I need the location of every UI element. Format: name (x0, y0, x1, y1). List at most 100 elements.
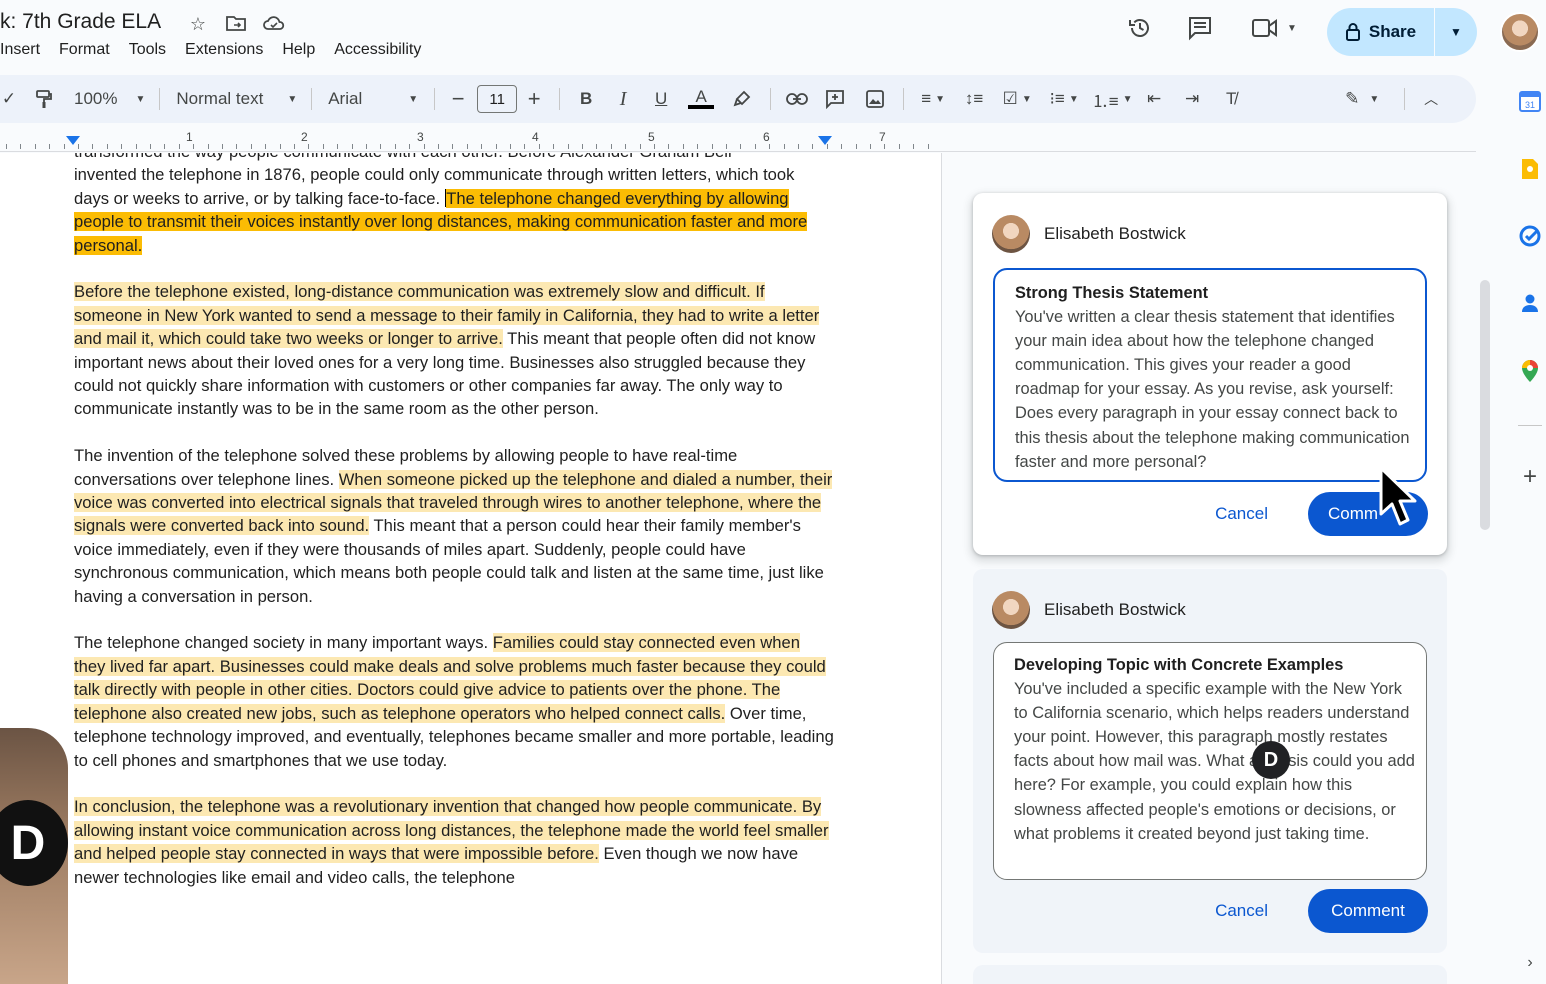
star-icon[interactable]: ☆ (186, 14, 210, 37)
toolbar-divider (559, 88, 561, 110)
bold-icon[interactable]: B (568, 83, 604, 115)
ruler-tick (150, 144, 151, 149)
side-panel: 31 + › (1510, 80, 1546, 984)
decrease-indent-icon[interactable]: ⇤ (1136, 83, 1172, 115)
spellcheck-icon[interactable]: ✓ (0, 83, 18, 115)
menu-help[interactable]: Help (282, 41, 315, 59)
align-icon[interactable]: ≡ ▼ (912, 83, 954, 115)
share-dropdown-icon[interactable]: ▼ (1435, 8, 1477, 56)
ruler-tick (164, 144, 166, 149)
bulleted-list-icon[interactable]: ⁝≡ ▼ (1040, 83, 1088, 115)
comments-scrollbar[interactable] (1480, 280, 1490, 530)
cancel-button[interactable]: Cancel (1203, 494, 1280, 534)
share-group: Share ▼ (1327, 8, 1477, 56)
style-value: Normal text (176, 89, 264, 108)
title-bar: k: 7th Grade ELA ☆ Insert Format Tools E… (0, 0, 1500, 70)
account-avatar[interactable] (1500, 12, 1540, 52)
lock-icon (1345, 23, 1360, 41)
title-icons: ☆ (186, 14, 286, 37)
increase-indent-icon[interactable]: ⇥ (1172, 83, 1212, 115)
ruler-tick (49, 144, 51, 149)
history-icon[interactable] (1120, 8, 1160, 48)
menu-extensions[interactable]: Extensions (185, 41, 263, 59)
contacts-icon[interactable] (1519, 292, 1541, 314)
add-comment-icon[interactable] (815, 83, 855, 115)
ruler-tick (121, 144, 123, 149)
meet-icon[interactable]: ▼ (1244, 8, 1304, 48)
ruler-tick (538, 144, 540, 149)
comments-panel: Elisabeth Bostwick Strong Thesis Stateme… (942, 153, 1476, 984)
paint-format-icon[interactable] (24, 83, 64, 115)
comment-input[interactable]: Strong Thesis Statement You've written a… (993, 268, 1427, 482)
text-color-icon[interactable]: A (680, 83, 722, 115)
horizontal-ruler[interactable]: 1 2 3 4 5 6 7 (0, 128, 942, 152)
ruler-tick (466, 144, 468, 149)
right-indent-marker[interactable] (818, 136, 832, 145)
insert-link-icon[interactable] (779, 83, 815, 115)
document-title[interactable]: k: 7th Grade ELA (0, 10, 161, 34)
maps-icon[interactable] (1519, 360, 1541, 382)
clear-formatting-icon[interactable]: T̸ (1212, 83, 1250, 115)
ruler-tick (438, 144, 439, 149)
checklist-icon[interactable]: ☑ ▼ (994, 83, 1040, 115)
tasks-icon[interactable] (1519, 225, 1541, 247)
line-spacing-icon[interactable]: ↕≡ (954, 83, 994, 115)
highlight-color-icon[interactable] (722, 83, 762, 115)
decrease-font-size-icon[interactable]: − (443, 83, 473, 115)
comment-body: You've written a clear thesis statement … (1015, 308, 1410, 471)
paragraph-5: In conclusion, the telephone was a revol… (74, 795, 834, 889)
insert-image-icon[interactable] (855, 83, 895, 115)
ruler-tick (20, 144, 22, 149)
font-size-input[interactable]: 11 (477, 85, 518, 113)
increase-font-size-icon[interactable]: + (517, 83, 551, 115)
style-select[interactable]: Normal text ▼ (176, 89, 297, 109)
meet-dropdown-icon[interactable]: ▼ (1287, 23, 1297, 34)
ruler-tick (913, 144, 915, 149)
ruler-tick (567, 144, 569, 149)
editing-mode-icon[interactable]: ✎ ▼ (1332, 83, 1392, 115)
zoom-select[interactable]: 100% ▼ (74, 89, 145, 109)
chevron-right-icon[interactable]: › (1519, 952, 1541, 974)
document-page[interactable]: transformed the way people communicate w… (0, 153, 942, 984)
ruler-tick (726, 144, 727, 149)
add-icon[interactable]: + (1519, 463, 1541, 490)
comment-card-active[interactable]: Elisabeth Bostwick Strong Thesis Stateme… (973, 193, 1447, 555)
ruler-tick (783, 144, 785, 149)
calendar-icon[interactable]: 31 (1519, 90, 1541, 112)
italic-icon[interactable]: I (604, 83, 642, 115)
ruler-tick (380, 144, 382, 149)
ruler-tick (884, 144, 886, 149)
menu-tools[interactable]: Tools (129, 41, 166, 59)
share-button[interactable]: Share (1327, 8, 1435, 56)
menu-accessibility[interactable]: Accessibility (334, 41, 421, 59)
ruler-tick (495, 144, 497, 149)
ruler-tick (769, 144, 771, 149)
comment-input[interactable]: Developing Topic with Concrete Examples … (993, 642, 1427, 880)
keep-icon[interactable] (1519, 158, 1541, 180)
document-body[interactable]: transformed the way people communicate w… (74, 153, 834, 912)
ruler-tick (294, 144, 295, 149)
ruler-tick (236, 144, 238, 149)
collapse-toolbar-icon[interactable]: ︿ (1413, 83, 1449, 115)
cloud-status-icon[interactable] (262, 14, 286, 37)
ruler-tick (207, 144, 209, 149)
text-run: The telephone changed society in many im… (74, 633, 493, 653)
numbered-list-icon[interactable]: ⒈≡ ▼ (1088, 83, 1136, 115)
font-select[interactable]: Arial ▼ (328, 89, 418, 109)
move-folder-icon[interactable] (224, 14, 248, 37)
underline-icon[interactable]: U (642, 83, 680, 115)
cancel-button[interactable]: Cancel (1203, 891, 1280, 931)
author-avatar (992, 215, 1030, 253)
comment-card-partial[interactable] (973, 965, 1447, 984)
comment-card[interactable]: Elisabeth Bostwick Developing Topic with… (973, 569, 1447, 953)
ruler-tick (625, 144, 627, 149)
ruler-tick (78, 144, 79, 149)
comment-button[interactable]: Comment (1308, 889, 1428, 933)
ruler-tick (308, 144, 310, 149)
ruler-tick (250, 144, 252, 149)
menu-insert[interactable]: Insert (0, 41, 40, 59)
menu-format[interactable]: Format (59, 41, 110, 59)
toolbar-divider (1404, 88, 1406, 110)
comments-icon[interactable] (1180, 8, 1220, 48)
ruler-tick (553, 144, 555, 149)
